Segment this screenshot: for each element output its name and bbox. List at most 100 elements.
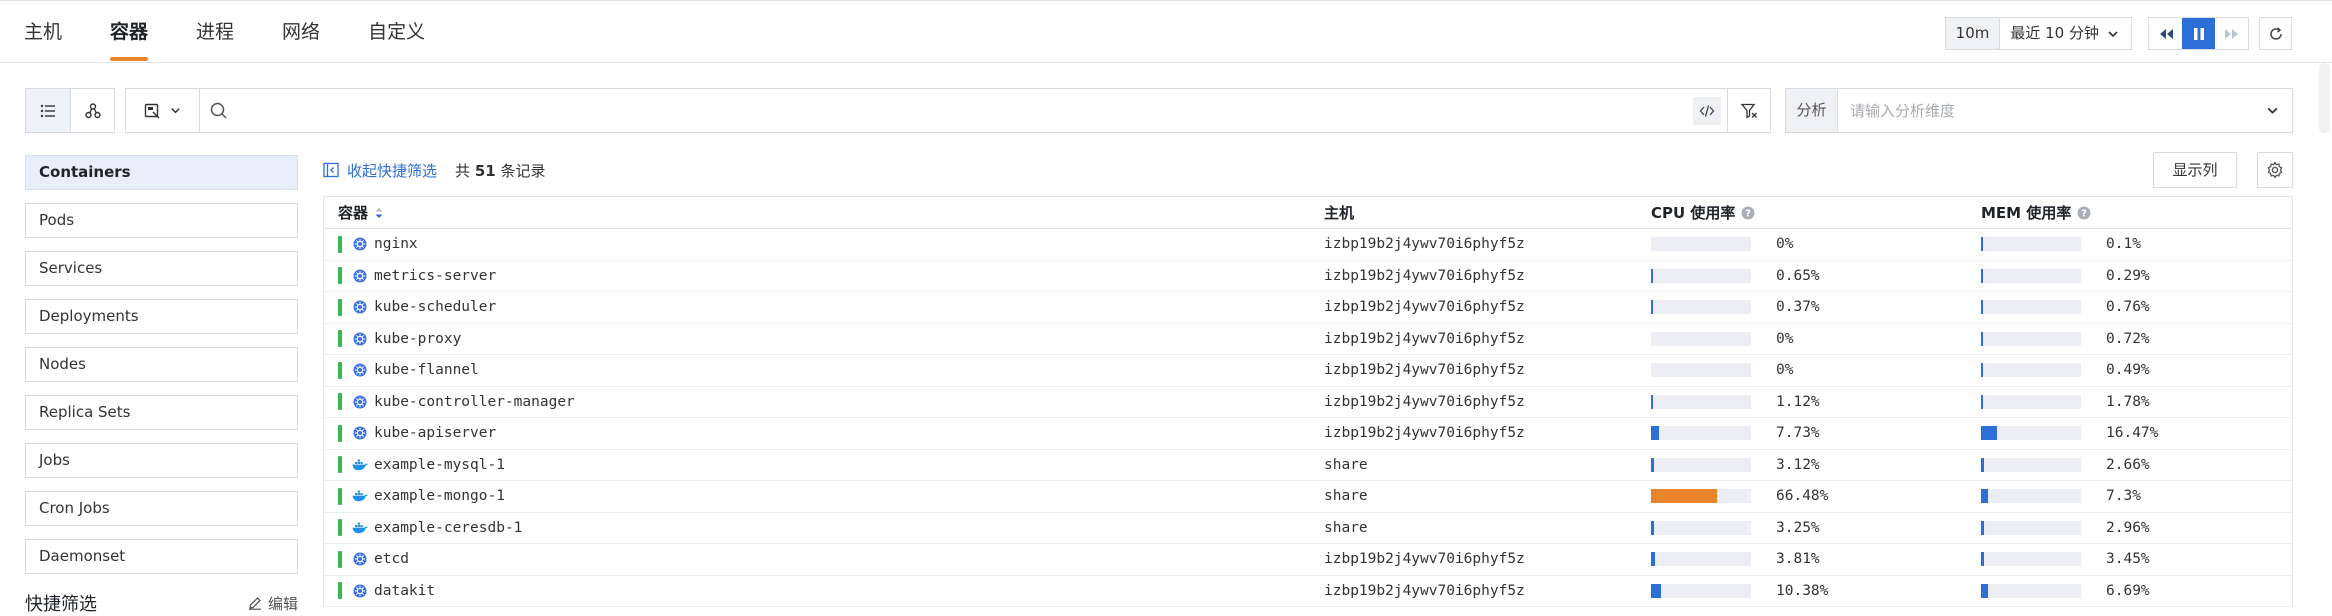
page-scrollbar[interactable] [2319,63,2330,133]
rewind-button[interactable] [2149,18,2182,49]
container-name[interactable]: example-mongo-1 [374,488,505,504]
refresh-button[interactable] [2259,17,2292,50]
kubernetes-icon [352,331,368,347]
list-view-button[interactable] [26,89,70,132]
sidebar-item-services[interactable]: Services [25,251,298,286]
sidebar-item-replica-sets[interactable]: Replica Sets [25,395,298,430]
search-bar [125,88,1771,133]
cpu-usage-bar [1651,520,1751,535]
table-row[interactable]: kube-controller-manager izbp19b2j4ywv70i6… [324,387,2292,418]
cpu-usage-value: 10.38% [1776,582,1829,599]
cpu-usage-value: 66.48% [1776,488,1829,505]
search-icon [210,102,227,119]
quick-filter-edit-button[interactable]: 编辑 [248,593,298,614]
status-indicator [338,519,342,537]
container-name[interactable]: kube-apiserver [374,425,496,441]
cell-host: izbp19b2j4ywv70i6phyf5z [1324,582,1525,599]
mem-usage-value: 0.29% [2106,267,2150,284]
time-range-picker[interactable]: 10m 最近 10 分钟 [1944,17,2132,50]
cpu-usage-bar [1651,426,1751,441]
gear-icon [2267,161,2283,179]
container-name[interactable]: example-mysql-1 [374,457,505,473]
tab-bar: 主机 容器 进程 网络 自定义 [24,1,473,63]
container-name[interactable]: kube-flannel [374,362,479,378]
record-count-suffix: 条记录 [500,161,546,180]
cpu-usage-value: 0% [1776,236,1794,253]
analysis-selector[interactable]: 分析 请输入分析维度 [1785,88,2293,133]
time-range-select[interactable]: 最近 10 分钟 [2000,18,2131,49]
column-header-container[interactable]: 容器 [324,202,1324,223]
tab-host[interactable]: 主机 [24,1,62,63]
container-name[interactable]: kube-scheduler [374,299,496,315]
sidebar-item-nodes[interactable]: Nodes [25,347,298,382]
sort-icon[interactable] [374,206,384,220]
cpu-usage-fill [1651,520,1655,535]
table-row[interactable]: kube-scheduler izbp19b2j4ywv70i6phyf5z 0.3… [324,292,2292,324]
clear-filter-button[interactable] [1727,89,1770,132]
tab-network[interactable]: 网络 [282,1,320,63]
sidebar-item-pods[interactable]: Pods [25,203,298,238]
mem-usage-bar [1981,268,2081,283]
table-row[interactable]: example-ceresdb-1 share 3.25% 2.96% [324,513,2292,544]
top-nav: 主机 容器 进程 网络 自定义 10m 最近 10 分钟 [0,0,2332,63]
container-name[interactable]: nginx [374,236,418,252]
table-row[interactable]: kube-flannel izbp19b2j4ywv70i6phyf5z 0% 0.4… [324,355,2292,387]
settings-button[interactable] [2257,152,2293,188]
cell-mem-usage: 6.69% [1981,583,2292,599]
collapse-quick-filter-link[interactable]: 收起快捷筛选 [323,160,437,181]
docker-icon [352,488,368,504]
sidebar-item-daemonset[interactable]: Daemonset [25,539,298,574]
container-name[interactable]: metrics-server [374,268,496,284]
data-source-selector[interactable] [126,89,200,132]
cell-host: share [1324,456,1368,473]
table-row[interactable]: nginx izbp19b2j4ywv70i6phyf5z 0% 0.1% [324,229,2292,261]
status-indicator [338,330,342,348]
tab-container[interactable]: 容器 [110,1,149,63]
code-mode-button[interactable] [1687,89,1727,132]
cpu-usage-bar [1651,489,1751,504]
cell-host: izbp19b2j4ywv70i6phyf5z [1324,330,1525,347]
sidebar-item-containers[interactable]: Containers [25,155,298,190]
pause-button[interactable] [2182,18,2215,49]
column-header-host: 主机 [1324,202,1651,223]
fast-forward-button[interactable] [2215,18,2248,49]
tab-custom[interactable]: 自定义 [368,1,425,63]
tab-process[interactable]: 进程 [196,1,234,63]
table-row[interactable]: example-mongo-1 share 66.48% 7.3% [324,481,2292,513]
cell-mem-usage: 0.29% [1981,268,2292,284]
table-row[interactable]: datakit izbp19b2j4ywv70i6phyf5z 10.38% 6.69… [324,576,2292,607]
topology-view-button[interactable] [70,89,114,132]
table-row[interactable]: example-mysql-1 share 3.12% 2.66% [324,450,2292,481]
container-name[interactable]: kube-proxy [374,331,461,347]
mem-usage-value: 2.96% [2106,519,2150,536]
mem-usage-value: 0.1% [2106,236,2141,253]
cell-host: izbp19b2j4ywv70i6phyf5z [1324,551,1525,568]
help-icon[interactable]: ? [2077,206,2091,220]
view-toggle [25,88,115,133]
collapse-panel-icon [323,162,339,178]
sidebar-item-jobs[interactable]: Jobs [25,443,298,478]
mem-usage-value: 16.47% [2106,425,2159,442]
help-icon[interactable]: ? [1741,206,1755,220]
status-indicator [338,582,342,600]
analysis-dimension-input[interactable]: 请输入分析维度 [1838,100,2252,121]
kubernetes-icon [352,299,368,315]
table-header: 容器 主机 CPU 使用率 ? MEM 使用率 ? [324,197,2292,229]
cell-container-name: example-mysql-1 [324,456,1324,474]
record-count-value: 51 [474,161,496,180]
container-name[interactable]: etcd [374,551,409,567]
sidebar-item-cron-jobs[interactable]: Cron Jobs [25,491,298,526]
container-name[interactable]: datakit [374,583,435,599]
table-row[interactable]: etcd izbp19b2j4ywv70i6phyf5z 3.81% 3.45% [324,544,2292,576]
cpu-usage-bar [1651,237,1751,252]
container-name[interactable]: example-ceresdb-1 [374,520,522,536]
show-columns-button[interactable]: 显示列 [2153,152,2237,188]
sidebar-item-deployments[interactable]: Deployments [25,299,298,334]
container-name[interactable]: kube-controller-manager [374,394,575,410]
table-row[interactable]: kube-apiserver izbp19b2j4ywv70i6phyf5z 7.7… [324,418,2292,450]
search-input[interactable] [227,89,1687,132]
table-row[interactable]: kube-proxy izbp19b2j4ywv70i6phyf5z 0% 0.72% [324,324,2292,355]
cell-container-name: metrics-server [324,267,1324,285]
cpu-usage-value: 0% [1776,330,1794,347]
table-row[interactable]: metrics-server izbp19b2j4ywv70i6phyf5z 0.6… [324,261,2292,292]
